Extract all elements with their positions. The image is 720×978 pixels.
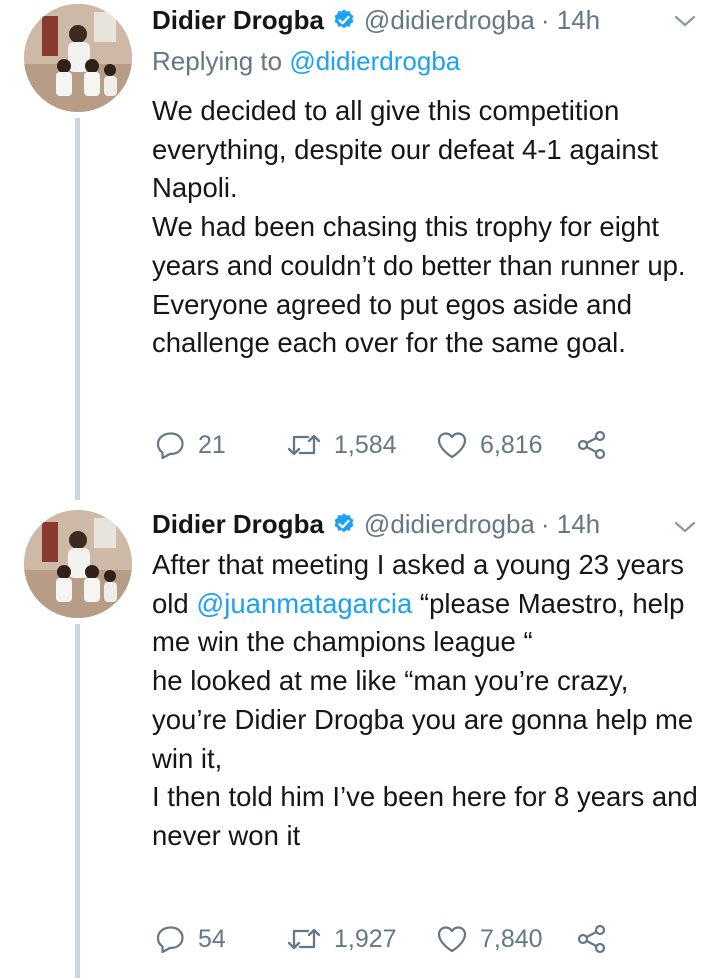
heart-icon: [437, 432, 467, 459]
tweet-paragraph: We decided to all give this competition …: [152, 95, 659, 204]
reply-icon: [156, 926, 184, 954]
like-button[interactable]: 6,816: [436, 428, 543, 462]
share-icon: [577, 430, 606, 460]
user-handle[interactable]: @didierdrogba: [364, 5, 535, 36]
chevron-down-icon[interactable]: [672, 518, 698, 536]
replying-to: Replying to @didierdrogba: [152, 46, 460, 77]
verified-badge-icon: [334, 9, 354, 29]
reply-count: 54: [198, 924, 226, 953]
retweet-count: 1,927: [334, 924, 397, 953]
share-button[interactable]: [576, 922, 608, 956]
verified-badge-icon: [334, 513, 354, 533]
tweet-paragraph: Everyone agreed to put egos aside and ch…: [152, 288, 633, 359]
tweet-text: After that meeting I asked a young 23 ye…: [152, 546, 702, 856]
reply-button[interactable]: 54: [156, 922, 226, 956]
tweet-1[interactable]: Didier Drogba @didierdrogba · 14h Replyi…: [0, 0, 720, 500]
tweet-text: We decided to all give this competition …: [152, 92, 702, 363]
timestamp[interactable]: · 14h: [541, 5, 600, 36]
profile-avatar[interactable]: [24, 4, 132, 112]
tweet-paragraph: After that meeting I asked a young 23 ye…: [152, 546, 702, 662]
reply-count: 21: [198, 430, 226, 459]
profile-avatar[interactable]: [24, 510, 132, 618]
like-count: 6,816: [480, 430, 543, 459]
thread-line: [75, 118, 80, 500]
tweet-2[interactable]: Didier Drogba @didierdrogba · 14h After …: [0, 500, 720, 978]
retweet-icon: [287, 928, 321, 950]
tweet-header: Didier Drogba @didierdrogba · 14h: [152, 2, 600, 38]
avatar-photo-icon: [24, 4, 132, 112]
reply-prefix: Replying to: [152, 46, 283, 76]
reply-button[interactable]: 21: [156, 428, 226, 462]
reply-handle-link[interactable]: @didierdrogba: [289, 46, 460, 76]
retweet-icon: [287, 434, 321, 456]
timestamp[interactable]: · 14h: [541, 509, 600, 540]
thread-line: [75, 624, 80, 978]
tweet-header: Didier Drogba @didierdrogba · 14h: [152, 506, 600, 542]
tweet-paragraph: he looked at me like “man you’re crazy, …: [152, 665, 694, 774]
like-button[interactable]: 7,840: [436, 922, 543, 956]
mention-link[interactable]: @juanmatagarcia: [196, 588, 412, 619]
tweet-paragraph: We had been chasing this trophy for eigh…: [152, 211, 686, 281]
avatar-photo-icon: [24, 510, 132, 618]
retweet-count: 1,584: [334, 430, 397, 459]
share-icon: [577, 924, 606, 954]
retweet-button[interactable]: 1,584: [286, 428, 397, 462]
display-name[interactable]: Didier Drogba: [152, 5, 324, 36]
display-name[interactable]: Didier Drogba: [152, 509, 324, 540]
share-button[interactable]: [576, 428, 608, 462]
tweet-paragraph: I then told him I’ve been here for 8 yea…: [152, 781, 698, 851]
retweet-button[interactable]: 1,927: [286, 922, 397, 956]
heart-icon: [437, 926, 467, 953]
reply-icon: [156, 432, 184, 460]
user-handle[interactable]: @didierdrogba: [364, 509, 535, 540]
like-count: 7,840: [480, 924, 543, 953]
chevron-down-icon[interactable]: [672, 12, 698, 30]
